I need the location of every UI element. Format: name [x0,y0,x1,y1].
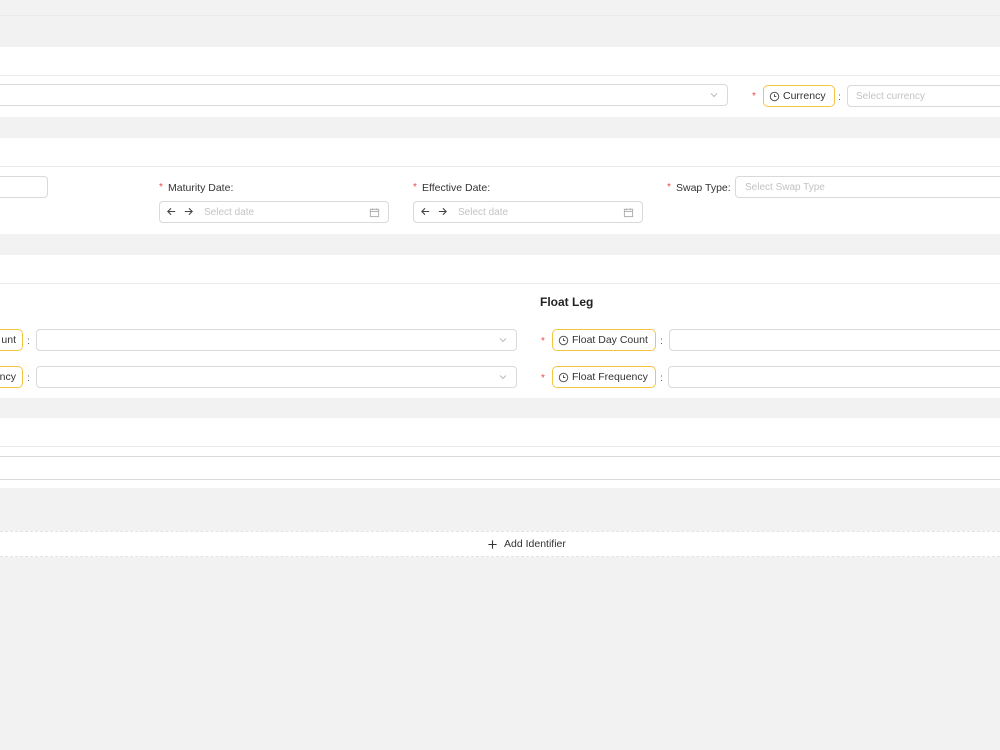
clock-icon [558,372,569,382]
swap-type-placeholder: Select Swap Type [745,182,825,193]
instrument-select[interactable] [0,84,728,106]
effective-date-picker[interactable]: Select date [413,201,643,223]
required-marker: * [159,182,163,193]
currency-placeholder: Select currency [856,91,925,102]
fixed-frequency-label: ncy [0,371,16,383]
colon: : [27,372,30,384]
clock-icon [558,335,569,345]
colon: : [660,372,663,384]
calendar-icon [623,208,634,218]
float-frequency-select[interactable] [668,366,1000,388]
top-divider [0,15,1000,16]
chevron-down-icon [499,375,507,380]
identifier-input[interactable] [0,456,1000,480]
required-marker: * [667,182,671,193]
section-divider [0,283,1000,284]
required-marker: * [752,91,756,102]
section-divider [0,75,1000,76]
swap-type-label: Swap Type: [676,182,731,194]
required-marker: * [413,182,417,193]
add-identifier-label: Add Identifier [504,538,566,550]
swap-type-select[interactable]: Select Swap Type [735,176,1000,198]
colon: : [838,91,841,103]
fixed-frequency-select[interactable] [36,366,517,388]
arrow-right-icon[interactable] [437,206,448,217]
calendar-icon [369,208,380,218]
section-divider [0,166,1000,167]
float-leg-heading: Float Leg [540,295,594,309]
section-divider [0,446,1000,447]
add-identifier-button[interactable]: Add Identifier [0,531,1000,557]
chevron-down-icon [499,338,507,343]
fixed-day-count-select[interactable] [36,329,517,351]
colon: : [27,335,30,347]
float-frequency-label: Float Frequency [572,371,648,383]
currency-label: Currency [783,90,826,102]
float-day-count-select[interactable] [669,329,1000,351]
maturity-date-picker[interactable]: Select date [159,201,389,223]
fixed-frequency-tag[interactable]: ncy [0,366,23,388]
float-day-count-tag[interactable]: Float Day Count [552,329,656,351]
clock-icon [769,91,780,101]
maturity-date-placeholder: Select date [204,207,255,218]
chevron-down-icon [710,93,718,98]
currency-select[interactable]: Select currency [847,85,1000,107]
arrow-right-icon[interactable] [183,206,194,217]
required-marker: * [541,373,545,384]
required-marker: * [541,336,545,347]
maturity-date-label: Maturity Date: [168,182,234,194]
currency-tag[interactable]: Currency [763,85,835,107]
float-day-count-label: Float Day Count [572,334,648,346]
partial-input[interactable] [0,176,48,198]
arrow-left-icon[interactable] [420,206,431,217]
fixed-day-count-tag[interactable]: unt [0,329,23,351]
float-frequency-tag[interactable]: Float Frequency [552,366,656,388]
arrow-left-icon[interactable] [166,206,177,217]
effective-date-placeholder: Select date [458,207,509,218]
plus-icon [488,539,497,549]
fixed-day-count-label: unt [1,334,16,346]
effective-date-label: Effective Date: [422,182,491,194]
colon: : [660,335,663,347]
